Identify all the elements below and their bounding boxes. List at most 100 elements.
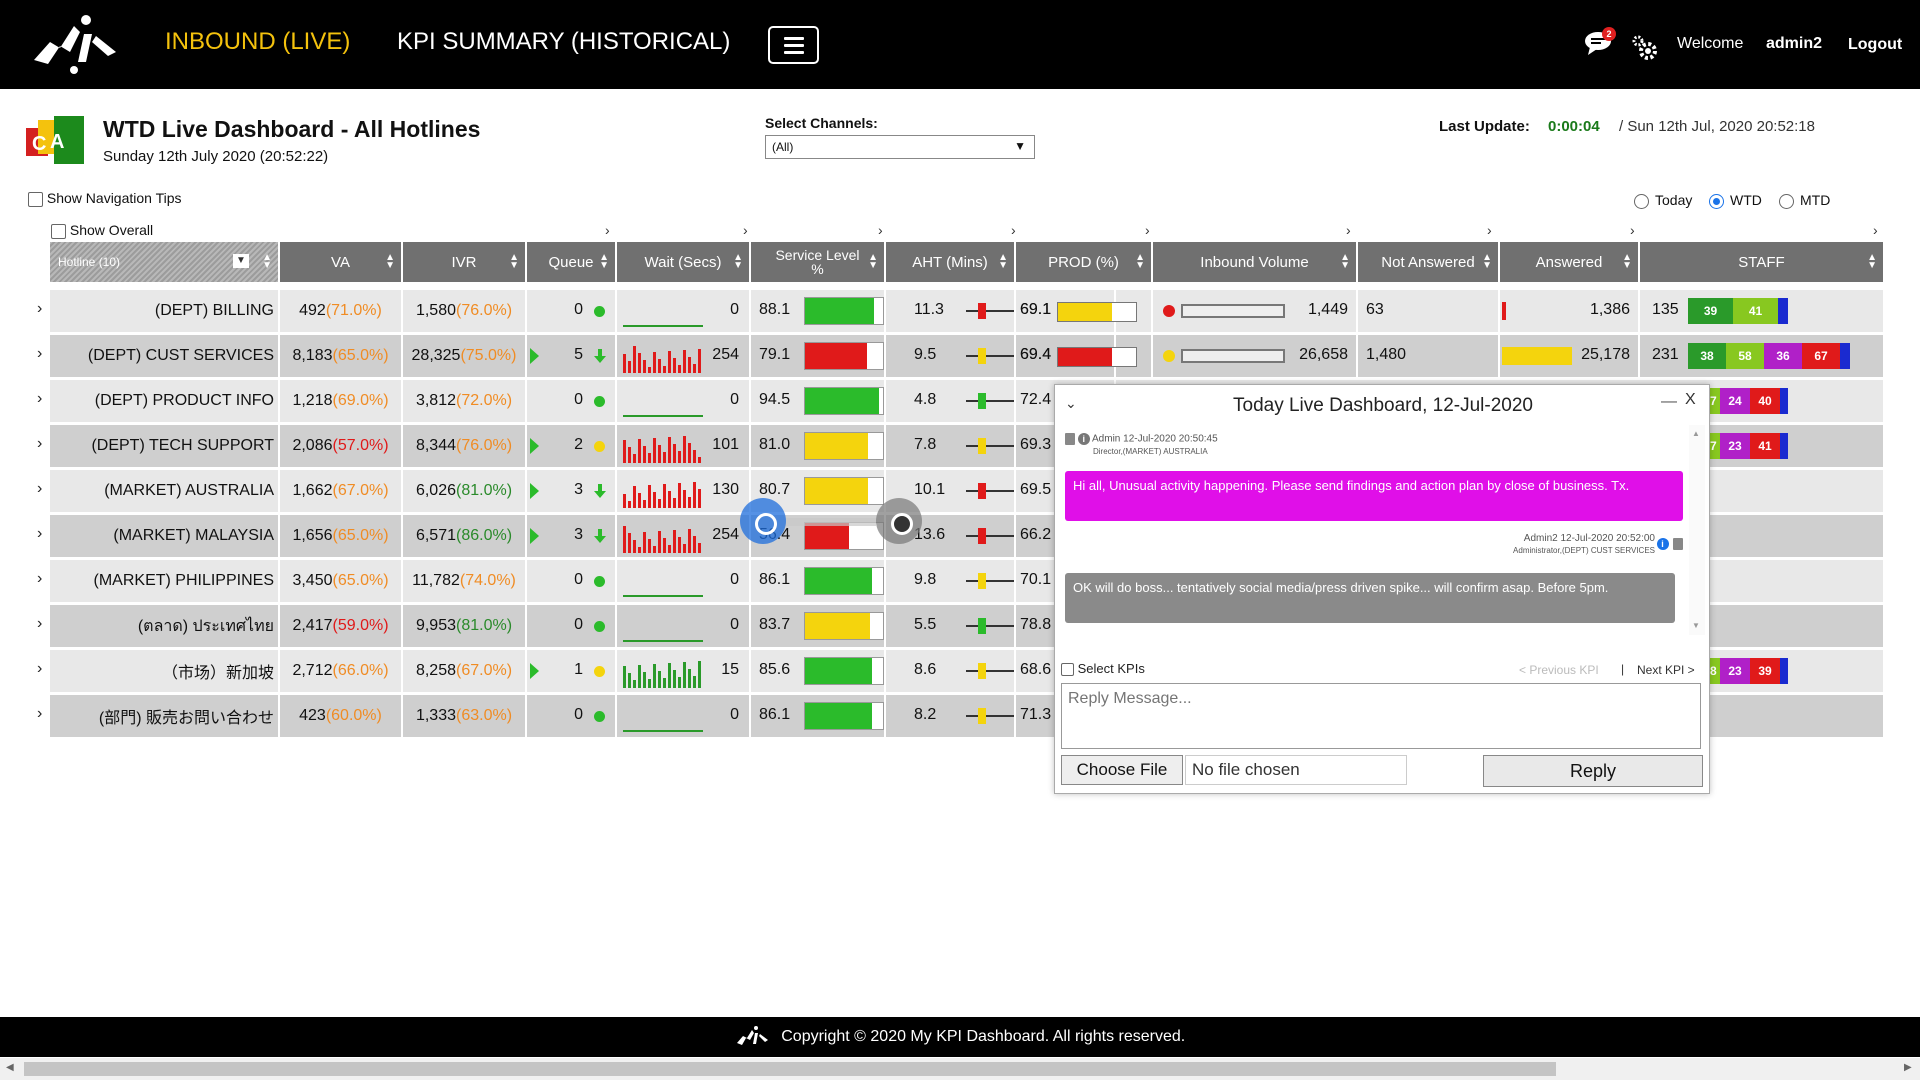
- minimize-icon[interactable]: —: [1661, 393, 1677, 411]
- choose-file-button[interactable]: Choose File: [1061, 755, 1183, 785]
- col-header-queue[interactable]: Queue ▲ ▼: [527, 242, 617, 282]
- col-header-wait[interactable]: Wait (Secs) ▲ ▼: [617, 242, 751, 282]
- sort-icon[interactable]: ▲ ▼: [262, 253, 272, 271]
- scroll-left-icon[interactable]: ◀: [6, 1062, 14, 1073]
- table-row[interactable]: › (DEPT) CUST SERVICES 8,183 (65.0%) 28,3…: [37, 335, 1883, 377]
- hotline-filter-dropdown-icon[interactable]: ▼: [233, 254, 249, 268]
- reply-message-input[interactable]: [1061, 683, 1701, 749]
- gear-icon[interactable]: [1630, 33, 1660, 63]
- column-expand-arrow[interactable]: ›: [1011, 222, 1016, 238]
- column-expand-arrow[interactable]: ›: [1487, 222, 1492, 238]
- period-mtd[interactable]: MTD: [1779, 192, 1830, 209]
- row-expand-chevron-icon[interactable]: ›: [37, 480, 42, 498]
- period-mtd-radio[interactable]: [1779, 193, 1794, 209]
- col-header-hotline[interactable]: Hotline (10) ▼ ▲ ▼: [50, 242, 280, 282]
- column-expand-arrow[interactable]: ›: [605, 222, 610, 238]
- delete-message-icon[interactable]: [1065, 433, 1075, 445]
- hamburger-menu-button[interactable]: [768, 26, 819, 64]
- scroll-down-icon[interactable]: ▼: [1692, 621, 1700, 630]
- sort-icon[interactable]: ▲ ▼: [733, 253, 743, 271]
- column-expand-arrow[interactable]: ›: [743, 222, 748, 238]
- brand-logo-icon[interactable]: [30, 12, 125, 76]
- row-expand-chevron-icon[interactable]: ›: [37, 435, 42, 453]
- info-icon[interactable]: i: [1077, 433, 1090, 445]
- sort-icon[interactable]: ▲ ▼: [1340, 253, 1350, 271]
- sort-icon[interactable]: ▲ ▼: [1622, 253, 1632, 271]
- sort-icon[interactable]: ▲ ▼: [385, 253, 395, 271]
- scroll-right-icon[interactable]: ▶: [1904, 1062, 1912, 1073]
- row-expand-chevron-icon[interactable]: ›: [37, 615, 42, 633]
- scroll-up-icon[interactable]: ▲: [1692, 429, 1700, 438]
- message-2-author-time: Admin2 12-Jul-2020 20:52:00: [1523, 533, 1655, 544]
- col-header-prod[interactable]: PROD (%) ▲ ▼: [1016, 242, 1153, 282]
- col-header-aht[interactable]: AHT (Mins) ▲ ▼: [886, 242, 1016, 282]
- col-header-service-level[interactable]: Service Level % ▲ ▼: [751, 242, 886, 282]
- cell-hotline[interactable]: (DEPT) BILLING: [50, 290, 280, 332]
- reply-button[interactable]: Reply: [1483, 755, 1703, 787]
- period-wtd-radio[interactable]: [1709, 193, 1724, 209]
- cell-hotline[interactable]: (MARKET) PHILIPPINES: [50, 560, 280, 602]
- service-level-bar-fill: [805, 343, 867, 369]
- cell-hotline[interactable]: (ตลาด) ประเทศไทย: [50, 605, 280, 647]
- horizontal-scrollbar[interactable]: ◀ ▶: [0, 1058, 1920, 1080]
- sort-icon[interactable]: ▲ ▼: [509, 253, 519, 271]
- nav-tips-checkbox[interactable]: [28, 191, 43, 207]
- row-expand-chevron-icon[interactable]: ›: [37, 570, 42, 588]
- select-kpis-toggle[interactable]: Select KPIs: [1061, 661, 1145, 677]
- show-nav-tips-toggle[interactable]: Show Navigation Tips: [28, 190, 182, 207]
- cell-hotline[interactable]: (MARKET) AUSTRALIA: [50, 470, 280, 512]
- row-expand-chevron-icon[interactable]: ›: [37, 705, 42, 723]
- row-expand-chevron-icon[interactable]: ›: [37, 525, 42, 543]
- cell-hotline[interactable]: (DEPT) PRODUCT INFO: [50, 380, 280, 422]
- row-expand-chevron-icon[interactable]: ›: [37, 390, 42, 408]
- last-update-elapsed: 0:00:04: [1548, 118, 1600, 135]
- nav-inbound-live[interactable]: INBOUND (LIVE): [165, 28, 350, 56]
- sort-icon[interactable]: ▲ ▼: [599, 253, 609, 271]
- cell-hotline[interactable]: （市场）新加坡: [50, 650, 280, 692]
- nav-kpi-summary[interactable]: KPI SUMMARY (HISTORICAL): [397, 28, 730, 56]
- range-slider-right-handle[interactable]: [876, 498, 922, 544]
- sort-icon[interactable]: ▲ ▼: [1135, 253, 1145, 271]
- message-scrollbar[interactable]: ▲ ▼: [1689, 425, 1705, 635]
- column-expand-arrow[interactable]: ›: [1145, 222, 1150, 238]
- row-expand-chevron-icon[interactable]: ›: [37, 660, 42, 678]
- horizontal-scroll-thumb[interactable]: [24, 1062, 1556, 1076]
- period-today[interactable]: Today: [1634, 192, 1692, 209]
- username[interactable]: admin2: [1766, 35, 1822, 53]
- close-dialog-button[interactable]: X: [1685, 391, 1696, 409]
- cell-hotline[interactable]: (DEPT) CUST SERVICES: [50, 335, 280, 377]
- row-expand-chevron-icon[interactable]: ›: [37, 300, 42, 318]
- column-expand-arrow[interactable]: ›: [1346, 222, 1351, 238]
- cell-hotline[interactable]: (DEPT) TECH SUPPORT: [50, 425, 280, 467]
- row-expand-chevron-icon[interactable]: ›: [37, 345, 42, 363]
- col-header-volume[interactable]: Inbound Volume ▲ ▼: [1153, 242, 1358, 282]
- sort-icon[interactable]: ▲ ▼: [1867, 253, 1877, 271]
- period-today-radio[interactable]: [1634, 193, 1649, 209]
- sort-icon[interactable]: ▲ ▼: [1482, 253, 1492, 271]
- col-header-ivr[interactable]: IVR ▲ ▼: [403, 242, 527, 282]
- col-header-not-answered[interactable]: Not Answered ▲ ▼: [1358, 242, 1500, 282]
- info-icon[interactable]: i: [1656, 537, 1669, 550]
- sort-icon[interactable]: ▲ ▼: [998, 253, 1008, 271]
- sort-icon[interactable]: ▲ ▼: [868, 253, 878, 271]
- select-kpis-checkbox[interactable]: [1061, 663, 1074, 677]
- column-expand-arrow[interactable]: ›: [1630, 222, 1635, 238]
- cell-hotline[interactable]: (部門) 販売お問い合わせ: [50, 695, 280, 737]
- col-header-va[interactable]: VA ▲ ▼: [280, 242, 403, 282]
- delete-message-icon[interactable]: [1673, 537, 1683, 550]
- cell-hotline[interactable]: (MARKET) MALAYSIA: [50, 515, 280, 557]
- next-kpi-link[interactable]: Next KPI >: [1637, 663, 1695, 677]
- range-slider-left-handle[interactable]: [740, 498, 786, 544]
- logout-link[interactable]: Logout: [1848, 36, 1902, 54]
- col-header-staff[interactable]: STAFF ▲ ▼: [1640, 242, 1883, 282]
- table-row[interactable]: › (DEPT) BILLING 492 (71.0%) 1,580 (76.0%)…: [37, 290, 1883, 332]
- show-overall-checkbox[interactable]: [51, 223, 66, 239]
- show-overall-toggle[interactable]: Show Overall: [51, 222, 153, 239]
- previous-kpi-link[interactable]: < Previous KPI: [1519, 663, 1599, 677]
- range-slider-track[interactable]: [786, 518, 876, 526]
- column-expand-arrow[interactable]: ›: [1873, 222, 1878, 238]
- period-wtd[interactable]: WTD: [1709, 192, 1762, 209]
- column-expand-arrow[interactable]: ›: [878, 222, 883, 238]
- channels-select[interactable]: (All) ▼: [765, 135, 1035, 159]
- col-header-answered[interactable]: Answered ▲ ▼: [1500, 242, 1640, 282]
